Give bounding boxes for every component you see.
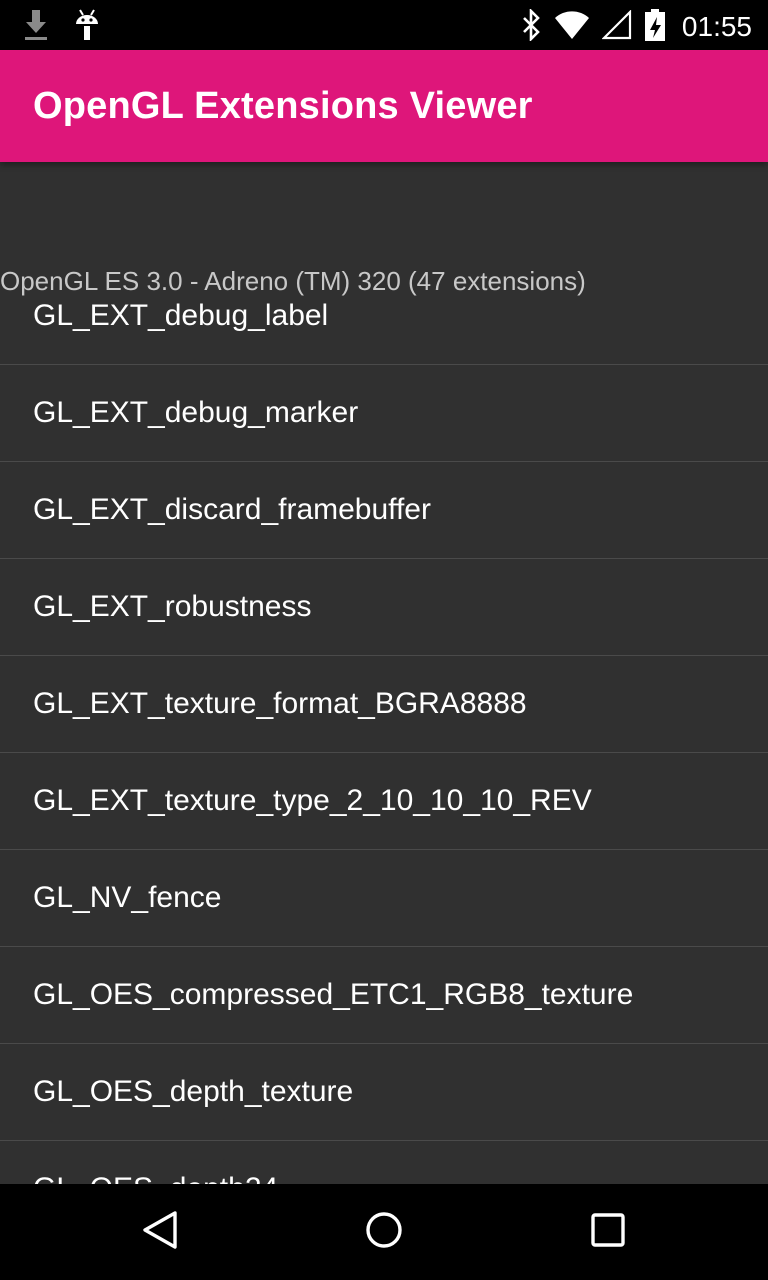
list-item[interactable]: GL_OES_depth_texture (0, 1044, 768, 1141)
back-icon (141, 1210, 179, 1254)
nav-bar (0, 1184, 768, 1280)
list-item[interactable]: GL_OES_depth24 (0, 1141, 768, 1184)
bluetooth-icon (520, 7, 542, 45)
list-item[interactable]: GL_EXT_debug_label (0, 268, 768, 365)
home-button[interactable] (364, 1212, 404, 1252)
list-item[interactable]: GL_EXT_discard_framebuffer (0, 462, 768, 559)
list-item[interactable]: GL_EXT_robustness (0, 559, 768, 656)
list-item[interactable]: GL_NV_fence (0, 850, 768, 947)
app-title: OpenGL Extensions Viewer (33, 84, 533, 127)
recents-icon (589, 1211, 627, 1253)
status-time: 01:55 (681, 11, 752, 42)
list-item[interactable]: GL_EXT_texture_type_2_10_10_10_REV (0, 753, 768, 850)
cell-signal-icon (601, 9, 632, 44)
status-bar: 01:55 (0, 0, 768, 50)
battery-charging-icon (644, 8, 666, 46)
list-item[interactable]: GL_EXT_debug_marker (0, 365, 768, 462)
back-button[interactable] (140, 1210, 180, 1254)
recents-button[interactable] (588, 1212, 628, 1252)
wifi-icon (554, 10, 590, 44)
app-bar: OpenGL Extensions Viewer (0, 50, 768, 162)
list-item[interactable]: GL_OES_compressed_ETC1_RGB8_texture (0, 947, 768, 1044)
extension-list[interactable]: GL_EXT_debug_label GL_EXT_debug_marker G… (0, 268, 768, 1184)
home-icon (364, 1210, 404, 1254)
list-item[interactable]: GL_EXT_texture_format_BGRA8888 (0, 656, 768, 753)
extension-list-container[interactable]: OpenGL ES 3.0 - Adreno (TM) 320 (47 exte… (0, 162, 768, 1184)
download-icon (22, 8, 50, 46)
android-icon (72, 8, 102, 46)
